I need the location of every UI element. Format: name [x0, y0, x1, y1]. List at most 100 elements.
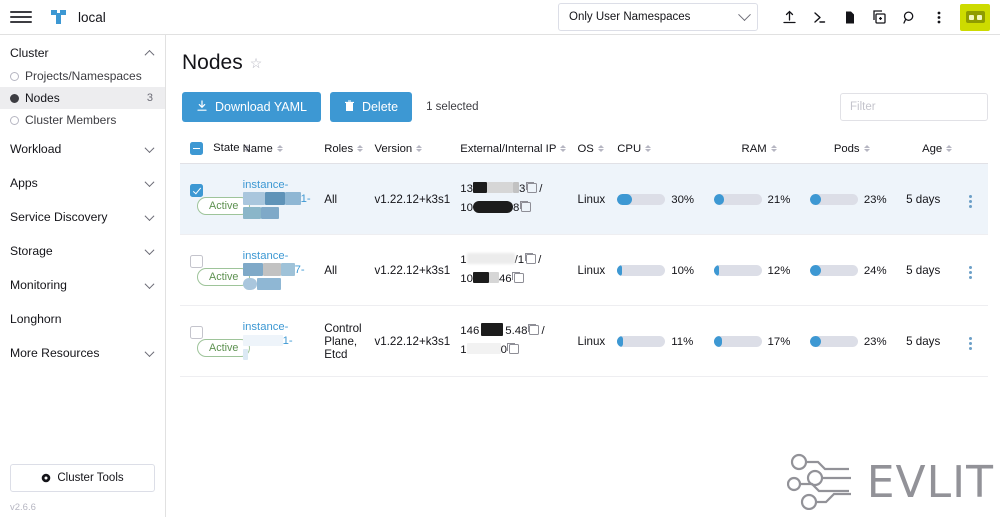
row-checkbox[interactable] — [190, 325, 203, 339]
cluster-tools-button[interactable]: Cluster Tools — [10, 464, 155, 492]
cell-roles: All — [320, 234, 371, 306]
sidebar-item-cluster-members[interactable]: Cluster Members — [0, 109, 165, 131]
cell-ram: 17% — [709, 305, 806, 377]
sidebar-group-workload[interactable]: Workload — [0, 137, 165, 161]
column-label: CPU — [617, 142, 642, 155]
cell-cpu: 30% — [613, 163, 710, 235]
cell-cpu: 11% — [613, 305, 710, 377]
download-yaml-button[interactable]: Download YAML — [182, 92, 321, 122]
download-yaml-label: Download YAML — [215, 100, 307, 114]
selection-count: 1 selected — [426, 101, 479, 113]
node-name-link[interactable]: instance- 1- — [242, 320, 317, 362]
sidebar-item-label: Cluster Members — [25, 113, 117, 127]
sort-pods[interactable]: Pods — [834, 143, 870, 155]
copy-icon[interactable] — [524, 252, 537, 264]
sidebar-item-nodes[interactable]: Nodes 3 — [0, 87, 165, 109]
row-checkbox[interactable] — [190, 183, 203, 197]
cluster-copy-icon[interactable] — [864, 3, 894, 31]
th-version: Version — [370, 135, 457, 164]
chevron-down-icon — [144, 142, 155, 153]
watermark: EVLIT — [786, 450, 994, 515]
copy-icon[interactable] — [519, 200, 532, 212]
row-actions-icon[interactable] — [967, 193, 974, 210]
sort-roles[interactable]: Roles — [324, 143, 364, 155]
sidebar-group-monitoring[interactable]: Monitoring — [0, 273, 165, 297]
chevron-up-icon — [144, 49, 155, 60]
cell-version: v1.22.12+k3s1 — [370, 234, 457, 306]
overflow-menu-icon[interactable] — [924, 3, 954, 31]
th-age: Age — [902, 135, 963, 164]
main-content: Nodes ☆ Download YAML Delete 1 selected — [166, 35, 1000, 517]
hamburger-icon[interactable] — [10, 6, 32, 28]
sort-version[interactable]: Version — [374, 143, 423, 155]
star-outline-icon[interactable]: ☆ — [250, 56, 263, 70]
column-label: Age — [922, 142, 943, 155]
cell-ip: 13 3/ 10 8 — [456, 163, 574, 235]
node-name-link[interactable]: instance- 1- — [242, 178, 317, 220]
trash-icon — [344, 99, 355, 115]
namespace-filter-select[interactable]: Only User Namespaces — [558, 3, 758, 31]
sidebar-group-service-discovery[interactable]: Service Discovery — [0, 205, 165, 229]
sidebar-group-longhorn[interactable]: Longhorn — [0, 307, 165, 331]
copy-icon[interactable] — [507, 342, 519, 354]
copy-icon[interactable] — [527, 323, 540, 335]
node-name-suffix: 1- — [300, 193, 311, 205]
ram-value: 17% — [767, 335, 791, 348]
table-body: Active instance- 1- All v1.22.12+k3s1 13… — [180, 163, 988, 377]
table-row[interactable]: Active instance- 1- Control Plane, Etcd — [180, 305, 988, 377]
cluster-badge[interactable]: local — [48, 7, 106, 27]
sidebar-group-storage[interactable]: Storage — [0, 239, 165, 263]
user-avatar-icon[interactable] — [960, 3, 990, 31]
kubectl-shell-icon[interactable] — [804, 3, 834, 31]
cell-roles: Control Plane, Etcd — [320, 305, 371, 377]
page-title: Nodes — [182, 51, 243, 74]
table-row[interactable]: Active instance- 7- All v1.22.12+k3s1 1 … — [180, 234, 988, 306]
sort-ram[interactable]: RAM — [742, 143, 777, 155]
row-actions-icon[interactable] — [967, 264, 974, 281]
delete-button[interactable]: Delete — [329, 92, 413, 122]
sidebar-group-cluster[interactable]: Cluster — [0, 41, 165, 65]
ram-value: 21% — [767, 193, 791, 206]
search-icon[interactable] — [894, 3, 924, 31]
cell-name: instance- 1- — [238, 163, 321, 235]
sort-age[interactable]: Age — [922, 142, 953, 155]
cell-age: 5 days — [902, 305, 963, 377]
row-checkbox[interactable] — [190, 254, 203, 268]
sort-icon — [770, 145, 777, 152]
cell-actions — [962, 305, 988, 377]
chevron-down-icon — [144, 176, 155, 187]
row-actions-icon[interactable] — [967, 335, 974, 352]
chevron-down-icon — [144, 244, 155, 255]
sort-name[interactable]: Name — [243, 143, 283, 155]
sidebar-group-label: Cluster — [10, 46, 49, 60]
select-all-checkbox[interactable] — [190, 142, 203, 155]
internal-ip-prefix: 10 — [460, 273, 473, 285]
column-label: RAM — [741, 142, 767, 155]
column-label: State — [213, 142, 240, 155]
ram-meter — [713, 193, 762, 205]
internal-ip-suffix: 0 — [500, 344, 507, 356]
cell-pods: 24% — [805, 234, 903, 306]
chevron-down-icon — [144, 278, 155, 289]
nodes-table: State Name Roles Version External/Intern… — [180, 135, 988, 377]
ram-meter — [713, 264, 762, 276]
th-name: Name — [238, 135, 321, 164]
sidebar-group-more-resources[interactable]: More Resources — [0, 341, 165, 365]
copy-icon[interactable] — [512, 271, 524, 283]
table-row[interactable]: Active instance- 1- All v1.22.12+k3s1 13… — [180, 163, 988, 235]
filter-input[interactable] — [840, 93, 988, 121]
cluster-name: local — [78, 9, 106, 25]
sort-ip[interactable]: External/Internal IP — [460, 143, 567, 155]
copy-icon[interactable] — [525, 181, 538, 193]
sort-os[interactable]: OS — [578, 143, 604, 155]
import-yaml-icon[interactable] — [774, 3, 804, 31]
internal-ip-prefix: 10 — [460, 202, 473, 214]
sidebar-item-projects-namespaces[interactable]: Projects/Namespaces — [0, 65, 165, 87]
docs-icon[interactable] — [834, 3, 864, 31]
node-name-prefix: instance- — [242, 250, 289, 262]
sort-cpu[interactable]: CPU — [617, 142, 652, 155]
nodes-table-wrap: State Name Roles Version External/Intern… — [180, 135, 988, 377]
node-name-link[interactable]: instance- 7- — [242, 249, 317, 291]
sidebar-group-apps[interactable]: Apps — [0, 171, 165, 195]
cell-ram: 21% — [709, 163, 806, 235]
